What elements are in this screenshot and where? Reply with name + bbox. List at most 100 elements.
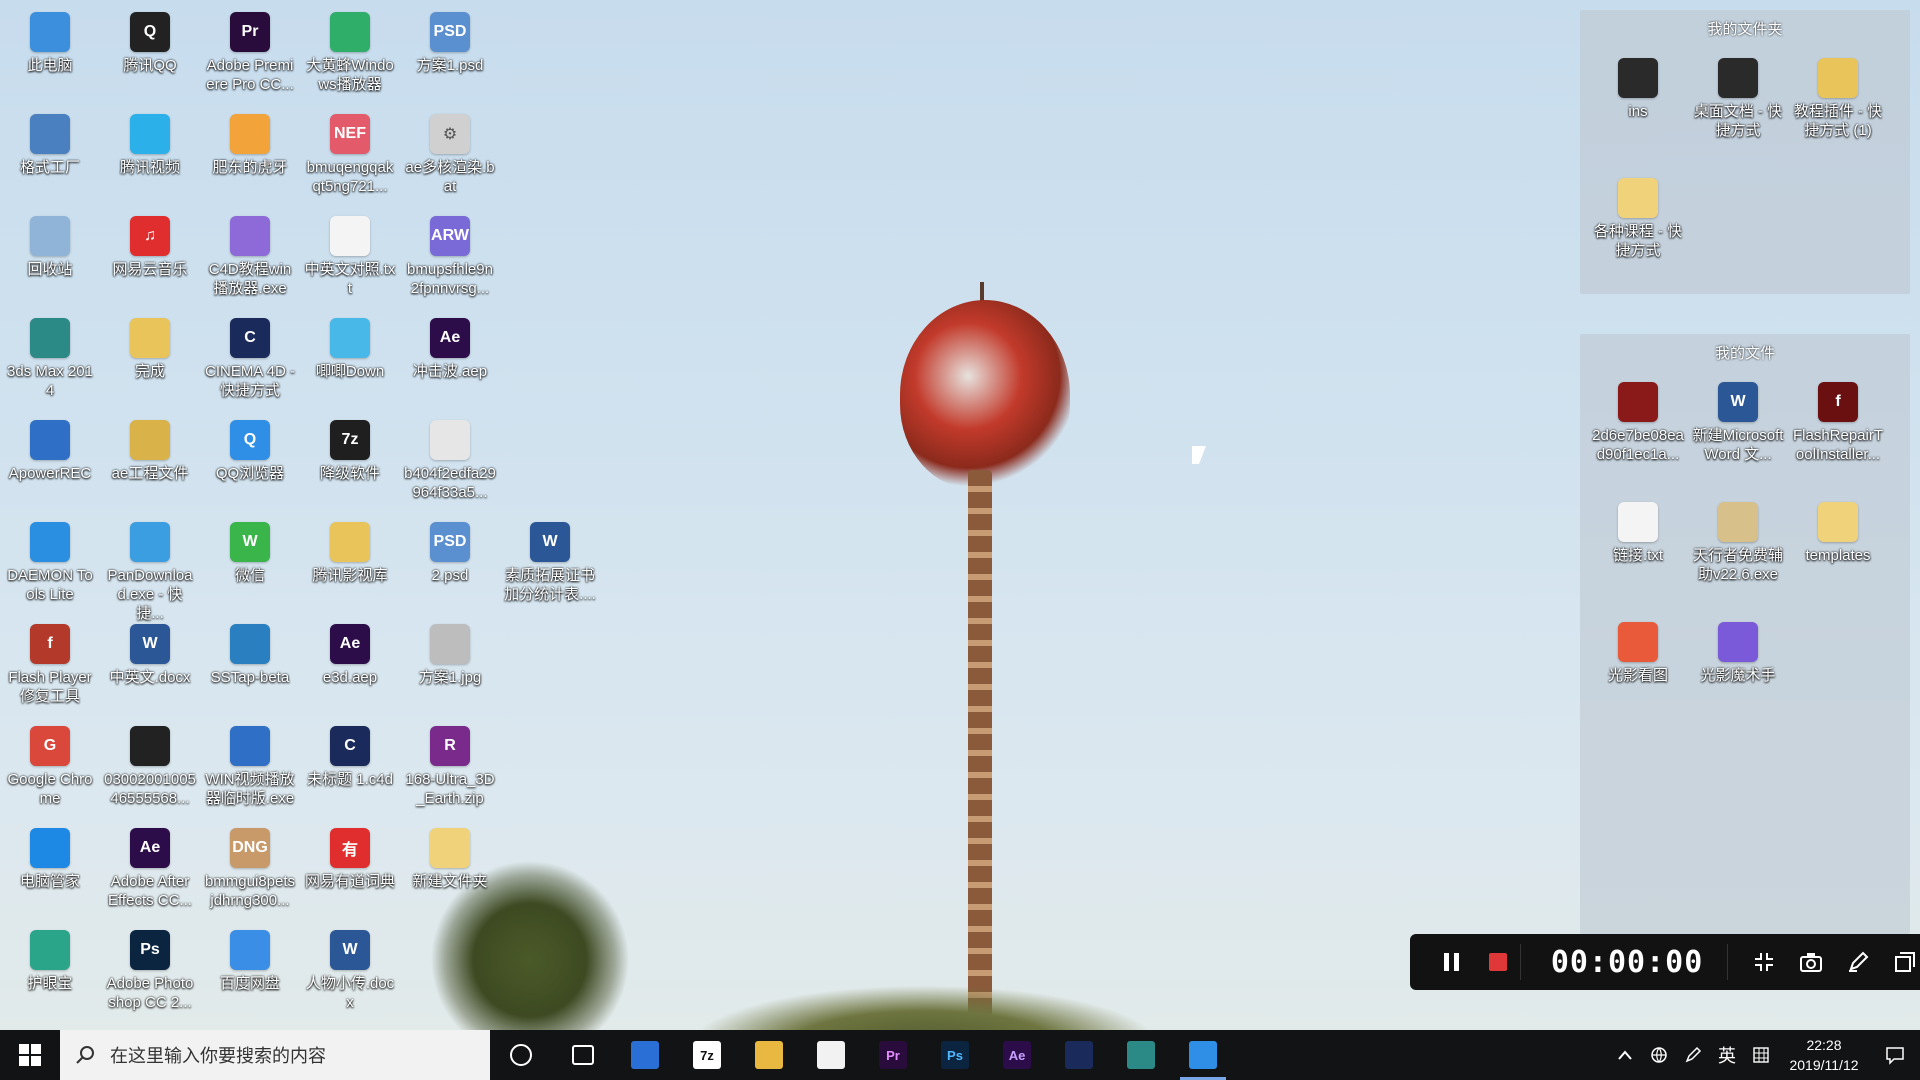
desktop-icon[interactable]: 肥东的虎牙 [202,106,298,177]
network-globe-icon[interactable] [1642,1046,1676,1064]
desktop-icon[interactable]: R 168-Ultra_3D_Earth.zip [402,718,498,808]
desktop-icon[interactable]: 桌面文档 - 快捷方式 [1690,50,1786,140]
taskbar-app[interactable] [552,1030,614,1080]
desktop-icon-label: b404f2edfa29964f33a5... [404,465,496,501]
desktop-icon[interactable]: 电脑管家 [2,820,98,891]
screenshot-button[interactable] [1795,946,1826,978]
desktop-icon[interactable]: DAEMON Tools Lite [2,514,98,604]
desktop-icon[interactable]: 天行者免费辅助v22.6.exe [1690,494,1786,584]
desktop-icon[interactable]: ins [1590,50,1686,121]
taskbar-app[interactable] [1110,1030,1172,1080]
start-button[interactable] [0,1030,60,1080]
premiere-icon: Pr [230,12,270,52]
keyboard-grid-icon[interactable] [1744,1047,1778,1063]
desktop-icon[interactable]: ⚙ ae多核渲染.bat [402,106,498,196]
desktop-icon[interactable]: 有网易有道词典 [302,820,398,891]
desktop-icon[interactable]: b404f2edfa29964f33a5... [402,412,498,502]
desktop-icon[interactable]: Ps Adobe Photoshop CC 2... [102,922,198,1012]
notification-center-button[interactable] [1870,1045,1920,1065]
taskbar-app[interactable] [1172,1030,1234,1080]
desktop-icon[interactable]: C CINEMA 4D - 快捷方式 [202,310,298,400]
taskbar-app[interactable]: Ps [924,1030,986,1080]
folder-icon [1618,58,1658,98]
desktop-icon[interactable]: 教程插件 - 快捷方式 (1) [1790,50,1886,140]
desktop-icon[interactable]: f FlashRepairToolInstaller... [1790,374,1886,464]
desktop-icon[interactable]: 百度网盘 [202,922,298,993]
desktop-icon[interactable]: Q QQ浏览器 [202,412,298,483]
desktop-icon[interactable]: 2d6e7be08ead90f1ec1a... [1590,374,1686,464]
desktop-icon[interactable]: W 中英文.docx [102,616,198,687]
taskbar-app[interactable]: 7z [676,1030,738,1080]
desktop-icon[interactable]: 7z 降级软件 [302,412,398,483]
pen-icon [1848,951,1868,972]
taskbar-app[interactable]: Pr [862,1030,924,1080]
desktop-icon[interactable]: 3ds Max 2014 [2,310,98,400]
desktop-icon[interactable]: f Flash Player 修复工具 [2,616,98,706]
desktop-icon[interactable]: 腾讯影视库 [302,514,398,585]
desktop-icon[interactable]: PanDownload.exe - 快捷... [102,514,198,623]
pen-workspace-icon[interactable] [1676,1046,1710,1064]
desktop-icon[interactable]: PSD 2.psd [402,514,498,585]
desktop-icon[interactable]: templates [1790,494,1886,565]
taskbar-app[interactable] [738,1030,800,1080]
desktop-icon[interactable]: Pr Adobe Premiere Pro CC... [202,4,298,94]
desktop-icon[interactable]: 0300200100546555568... [102,718,198,808]
taskbar-app[interactable] [614,1030,676,1080]
desktop-icon[interactable]: Ae e3d.aep [302,616,398,687]
desktop-icon[interactable]: WIN视频播放器临时版.exe [202,718,298,808]
taskbar-app[interactable] [490,1030,552,1080]
taskbar-app[interactable] [1048,1030,1110,1080]
window-button[interactable] [1889,946,1920,978]
desktop-icon[interactable]: PSD 方案1.psd [402,4,498,75]
desktop-icon[interactable]: 链接.txt [1590,494,1686,565]
qq-browser-icon [1189,1041,1217,1069]
desktop-icon[interactable]: SSTap-beta [202,616,298,687]
desktop-icon[interactable]: W 新建Microsoft Word 文... [1690,374,1786,464]
stop-button[interactable] [1483,946,1514,978]
search-box[interactable]: 在这里输入你要搜索的内容 [60,1030,490,1080]
desktop-icon[interactable]: W 微信 [202,514,298,585]
show-hidden-icons[interactable] [1608,1050,1642,1060]
desktop-icon[interactable]: C4D教程win播放器.exe [202,208,298,298]
desktop-icon[interactable]: G Google Chrome [2,718,98,808]
desktop-icon[interactable]: NEF bmuqengqakqt5ng721... [302,106,398,196]
annotate-button[interactable] [1842,946,1873,978]
fullscreen-button[interactable] [1748,946,1779,978]
desktop-icon[interactable]: 完成 [102,310,198,381]
desktop-icon[interactable]: W 人物小传.docx [302,922,398,1012]
desktop-icon[interactable]: Q 腾讯QQ [102,4,198,75]
desktop-icon[interactable]: 中英文对照.txt [302,208,398,298]
desktop-icon[interactable]: Ae Adobe After Effects CC... [102,820,198,910]
desktop-icon[interactable]: 此电脑 [2,4,98,75]
desktop-icon[interactable]: ae工程文件 [102,412,198,483]
desktop-icon[interactable]: 方案1.jpg [402,616,498,687]
desktop-icon[interactable]: 回收站 [2,208,98,279]
3dsmax-icon [30,318,70,358]
camera-icon [1799,953,1822,972]
cinema4d-icon: C [230,318,270,358]
desktop-icon[interactable]: 腾讯视频 [102,106,198,177]
desktop-icon[interactable]: DNG bmmgui8petsjdhrng300... [202,820,298,910]
desktop-icon[interactable]: 格式工厂 [2,106,98,177]
desktop-icon[interactable]: W 素质拓展证书加分统计表.... [502,514,598,604]
taskbar-app[interactable]: Ae [986,1030,1048,1080]
desktop-icon[interactable]: 光影看图 [1590,614,1686,685]
desktop-icon[interactable]: 各种课程 - 快捷方式 [1590,170,1686,260]
desktop-icon[interactable]: ARW bmupsfhle9n2fpnnvrsg... [402,208,498,298]
desktop-icon[interactable]: 新建文件夹 [402,820,498,891]
desktop-icon[interactable]: 光影魔术手 [1690,614,1786,685]
desktop-icon[interactable]: 大黄蜂Windows播放器 [302,4,398,94]
ime-indicator[interactable]: 英 [1710,1042,1744,1068]
desktop-icon[interactable]: ♫ 网易云音乐 [102,208,198,279]
desktop-icon-label: 完成 [134,363,165,380]
desktop-icon[interactable]: Ae 冲击波.aep [402,310,498,381]
desktop-icon[interactable]: C 未标题 1.c4d [302,718,398,789]
desktop-icon[interactable]: 唧唧Down [302,310,398,381]
clock[interactable]: 22:28 2019/11/12 [1778,1035,1870,1075]
desktop-icon[interactable]: ApowerREC [2,412,98,483]
taskbar-app[interactable] [800,1030,862,1080]
pause-button[interactable] [1436,946,1467,978]
desktop-icon[interactable]: 护眼宝 [2,922,98,993]
desktop-icon-label: 新建文件夹 [412,873,488,890]
3dsmax-icon [1127,1041,1155,1069]
